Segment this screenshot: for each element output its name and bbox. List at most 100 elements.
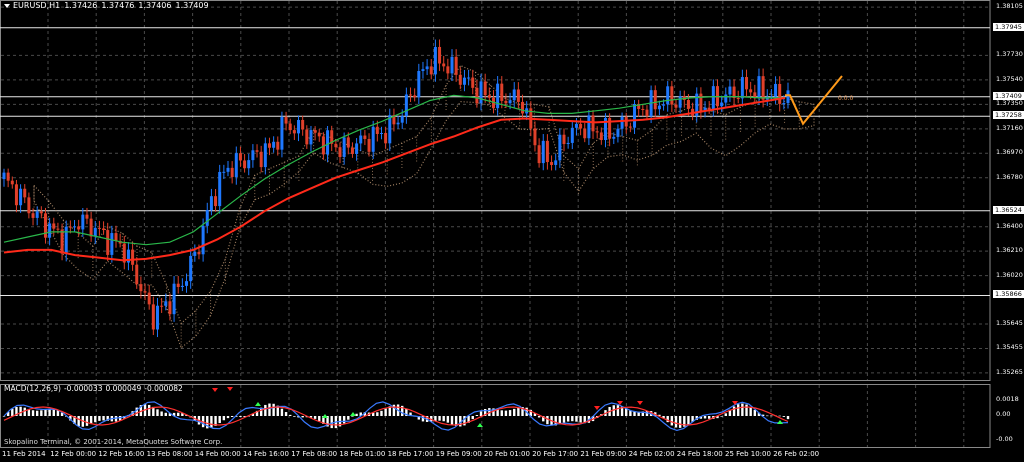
time-tick-label: 26 Feb 02:00 [773,450,820,458]
candle-body [35,211,39,218]
candle-body [259,151,263,168]
price-tick-label: 1.35265 [996,367,1023,376]
macd-histogram-bar [741,403,744,416]
candle-body [110,233,114,255]
candle-body [222,171,226,173]
candle-body [243,160,247,169]
candle-body [591,115,595,132]
macd-histogram-bar [438,416,441,421]
macd-histogram-bar [44,409,47,416]
candle-body [678,96,682,108]
candle-body [143,291,147,293]
macd-histogram-bar [351,416,354,417]
candle-body [396,122,400,125]
candle-body [711,86,715,110]
candle-body [620,116,624,129]
candle-body [541,140,545,164]
candle-body [10,180,14,185]
candle-body [106,230,110,255]
macd-histogram-bar [293,416,296,417]
candle-body [64,226,68,254]
candle-body [238,153,242,161]
macd-histogram-bar [471,416,474,420]
chart-header: EURUSD,H1 1.37426 1.37476 1.37406 1.37409 [4,1,213,10]
macd-histogram-bar [546,416,549,425]
macd-histogram-bar [355,413,358,416]
candle-body [6,172,10,181]
macd-histogram-bar [94,416,97,423]
candle-body [720,102,724,107]
macd-histogram-bar [745,404,748,416]
candle-body [68,226,72,228]
macd-header: MACD(12,26,9) -0.000033 0.000049 -0.000082 [4,384,186,393]
macd-histogram-bar [517,407,520,416]
price-tick-label: 1.36780 [996,172,1023,181]
candle-body [247,160,251,169]
price-tick-label: 1.35645 [996,318,1023,327]
macd-histogram-bar [347,416,350,420]
candle-body [774,83,778,97]
time-tick-label: 12 Feb 00:00 [50,450,97,458]
macd-histogram-bar [579,416,582,423]
candle-body [562,134,566,145]
macd-histogram-bar [210,416,213,428]
macd-histogram-bar [770,415,773,417]
candle-body [616,128,620,137]
macd-tick-label: -0.00 [996,435,1013,443]
candle-body [160,305,164,307]
close-value: 1.37409 [175,1,209,10]
candle-body [462,77,466,85]
candle-body [205,210,209,226]
candle-body [218,171,222,207]
candle-body [587,115,591,139]
macd-histogram-bar [31,410,35,416]
candle-body [226,167,230,172]
chart-window[interactable]: EURUSD,H1 1.37426 1.37476 1.37406 1.37409 MA… [0,0,1024,462]
candle-body [139,284,143,292]
macd-histogram-bar [500,410,503,416]
macd-histogram-bar [575,416,578,422]
candle-body [263,143,267,168]
candle-body [388,115,392,144]
price-tick-label: 1.35455 [996,343,1023,352]
macd-histogram-bar [160,411,163,416]
macd-histogram-bar [384,408,387,416]
candle-body [52,223,56,229]
candle-body [736,98,740,100]
candle-body [745,77,749,90]
macd-histogram-bar [284,412,288,416]
candle-body [73,226,77,228]
macd-histogram-bar [35,410,39,416]
macd-histogram-bar [537,416,541,418]
candle-body [305,129,309,145]
candle-body [77,226,81,230]
arrow-up-icon [777,420,783,424]
macd-histogram-bar [707,416,711,419]
macd-histogram-bar [513,408,516,416]
candle-body [363,135,367,139]
price-level-label: 1.35866 [993,290,1024,299]
macd-histogram-bar [230,416,234,418]
candle-body [740,77,744,99]
chart-menu-triangle-icon[interactable] [4,3,10,8]
macd-histogram-value: -0.000082 [144,384,183,393]
candle-body [550,162,554,165]
candle-body [48,223,52,238]
time-tick-label: 19 Feb 09:00 [435,450,482,458]
macd-histogram-bar [114,416,118,422]
candle-body [599,132,603,141]
candle-body [699,93,703,112]
candle-body [342,137,346,157]
time-tick-label: 12 Feb 16:00 [98,450,145,458]
candle-body [131,249,135,265]
macd-histogram-bar [678,416,682,428]
time-tick-label: 13 Feb 08:00 [146,450,193,458]
price-tick-label: 1.37540 [996,74,1023,83]
macd-histogram-bar [289,414,292,416]
candle-body [761,76,765,100]
macd-histogram-bar [753,409,757,416]
macd-histogram-bar [566,416,570,422]
candle-body [533,128,537,146]
candle-body [338,147,342,157]
candle-body [653,90,657,110]
